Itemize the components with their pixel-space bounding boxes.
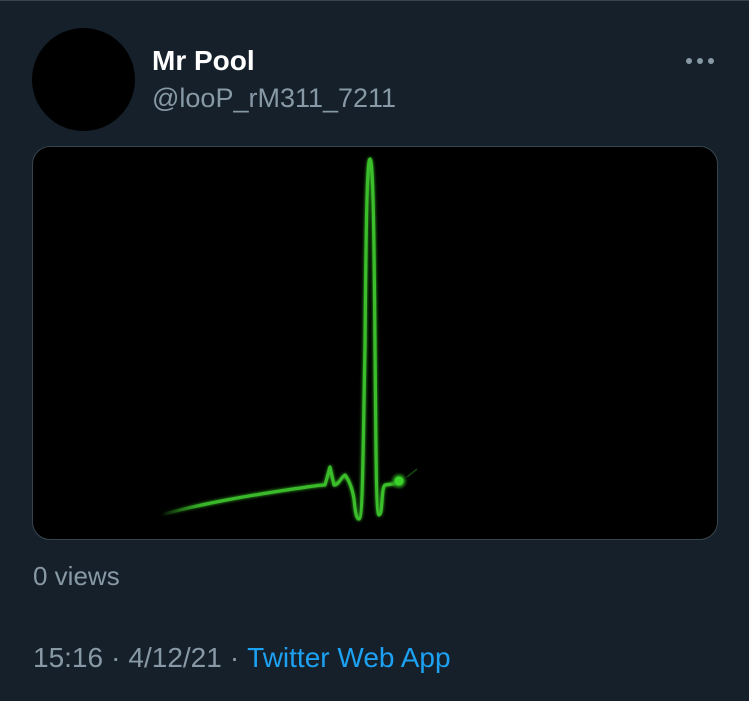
top-divider — [0, 0, 749, 1]
heartbeat-line-image — [159, 157, 418, 521]
display-name[interactable]: Mr Pool — [152, 44, 255, 78]
user-handle[interactable]: @looP_rM311_7211 — [152, 82, 396, 114]
more-options-button[interactable] — [680, 48, 720, 74]
view-count: 0 views — [33, 561, 120, 591]
tweet-time[interactable]: 15:16 — [33, 642, 103, 673]
heartbeat-trace — [159, 157, 401, 521]
tweet-card: Mr Pool @looP_rM311_7211 0 views 15:16 ·… — [0, 0, 749, 701]
source-app-link[interactable]: Twitter Web App — [247, 642, 450, 673]
tweet-date[interactable]: 4/12/21 — [128, 642, 221, 673]
tweet-media-video[interactable] — [32, 146, 718, 540]
separator: · — [111, 642, 121, 673]
avatar[interactable] — [32, 28, 135, 131]
more-horizontal-icon — [686, 58, 714, 64]
separator: · — [229, 642, 240, 673]
tweet-metadata: 15:16 · 4/12/21 · Twitter Web App — [33, 641, 451, 675]
